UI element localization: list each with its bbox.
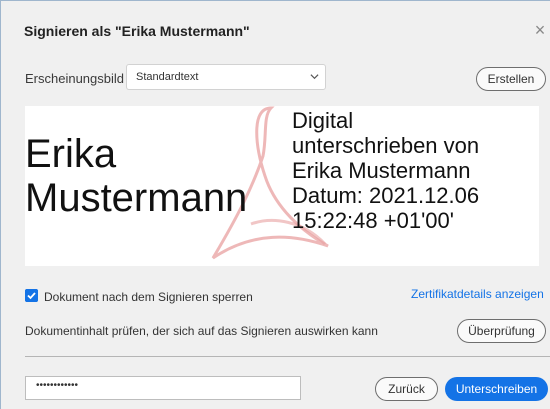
signature-detail-line: unterschrieben von xyxy=(292,133,480,158)
signature-preview: Erika Mustermann Digital unterschrieben … xyxy=(25,106,539,266)
signature-detail-line: Digital xyxy=(292,108,354,133)
appearance-selected-value: Standardtext xyxy=(136,71,199,83)
signature-name-line2: Mustermann xyxy=(25,176,248,220)
signature-detail-line: Erika Mustermann xyxy=(292,158,471,183)
verify-description: Dokumentinhalt prüfen, der sich auf das … xyxy=(25,324,378,338)
divider xyxy=(25,356,550,357)
password-value: •••••••••••• xyxy=(36,380,79,391)
create-button[interactable]: Erstellen xyxy=(476,67,546,91)
verify-button[interactable]: Überprüfung xyxy=(457,319,546,343)
appearance-select[interactable]: Standardtext xyxy=(126,64,326,90)
signature-name: Erika Mustermann xyxy=(25,132,247,220)
lock-checkbox-label[interactable]: Dokument nach dem Signieren sperren xyxy=(44,290,253,304)
signature-detail-line: Datum: 2021.12.06 xyxy=(292,183,480,208)
dialog-title: Signieren als "Erika Mustermann" xyxy=(24,23,250,39)
sign-dialog: Signieren als "Erika Mustermann" × Ersch… xyxy=(0,0,550,409)
certificate-details-link[interactable]: Zertifikatdetails anzeigen xyxy=(411,287,544,301)
back-button[interactable]: Zurück xyxy=(375,377,438,401)
password-field[interactable]: •••••••••••• xyxy=(25,376,301,400)
close-icon[interactable]: × xyxy=(532,20,548,41)
signature-detail-line: 15:22:48 +01'00' xyxy=(292,208,454,233)
chevron-down-icon xyxy=(310,74,319,80)
sign-button[interactable]: Unterschreiben xyxy=(445,377,548,401)
signature-name-line1: Erika xyxy=(25,132,117,176)
lock-checkbox[interactable] xyxy=(25,289,38,302)
signature-details: Digital unterschrieben von Erika Musterm… xyxy=(292,108,479,233)
appearance-label: Erscheinungsbild xyxy=(25,71,125,86)
